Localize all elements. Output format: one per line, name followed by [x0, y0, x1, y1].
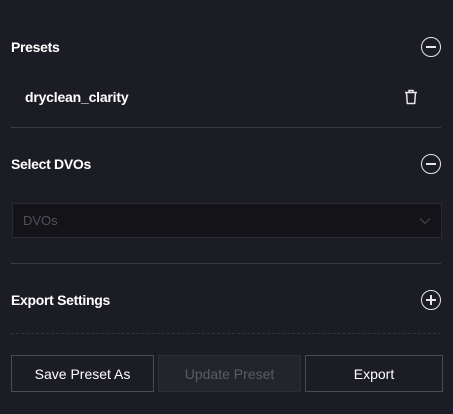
plus-circle-icon-vertical	[430, 295, 432, 305]
preset-item[interactable]: dryclean_clarity	[0, 82, 453, 112]
divider	[11, 127, 441, 128]
trash-icon[interactable]	[404, 89, 418, 105]
expand-export-settings-button[interactable]	[421, 290, 441, 310]
save-preset-as-button[interactable]: Save Preset As	[11, 355, 154, 392]
select-dvos-header: Select DVOs	[0, 152, 453, 176]
minus-circle-icon	[426, 163, 436, 165]
export-settings-title: Export Settings	[11, 292, 110, 308]
collapse-presets-button[interactable]	[421, 37, 441, 57]
dvos-select[interactable]: DVOs	[12, 203, 442, 238]
divider	[11, 263, 441, 264]
dashed-divider	[11, 333, 441, 334]
export-panel: Presets dryclean_clarity Select DVOs DVO…	[0, 0, 453, 414]
presets-title: Presets	[11, 39, 60, 55]
chevron-down-icon	[419, 217, 431, 224]
preset-name: dryclean_clarity	[25, 89, 129, 105]
dvos-select-value: DVOs	[23, 213, 58, 228]
export-settings-header: Export Settings	[0, 288, 453, 312]
export-button[interactable]: Export	[305, 355, 443, 392]
collapse-select-dvos-button[interactable]	[421, 154, 441, 174]
update-preset-button[interactable]: Update Preset	[158, 355, 301, 392]
presets-header: Presets	[0, 35, 453, 59]
select-dvos-title: Select DVOs	[11, 156, 91, 172]
minus-circle-icon	[426, 46, 436, 48]
